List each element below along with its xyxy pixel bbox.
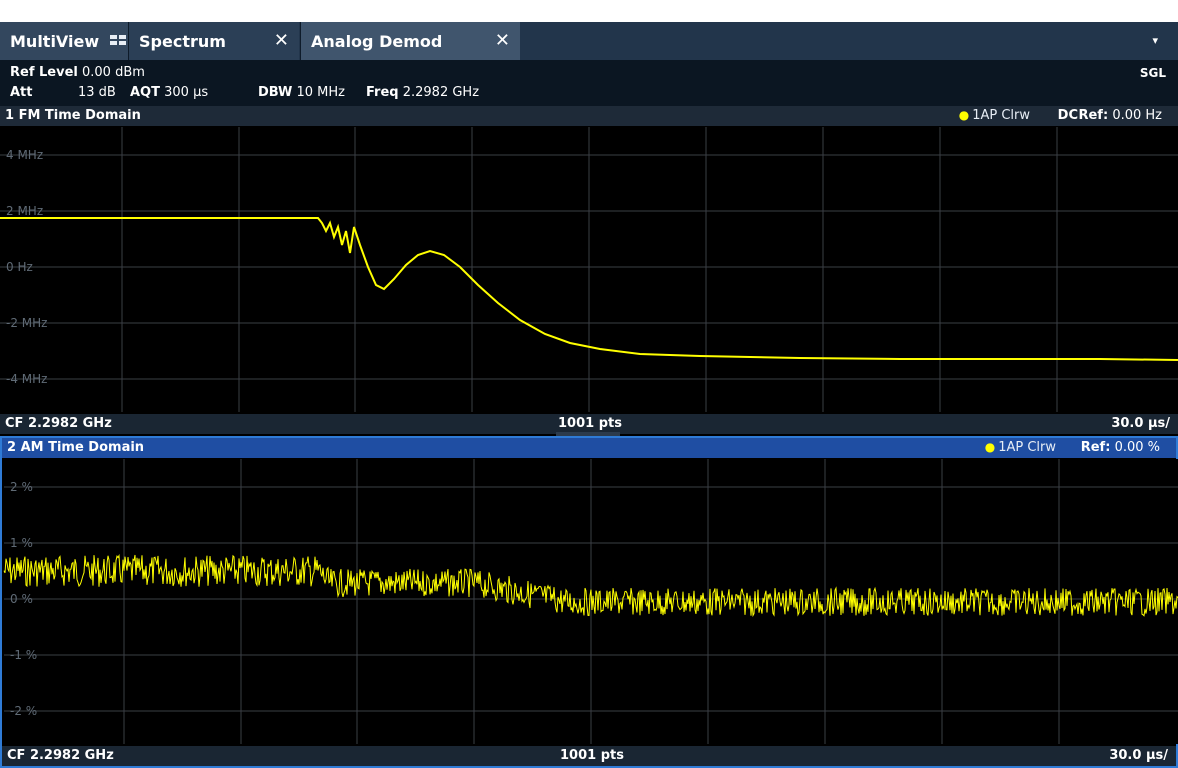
att-value[interactable]: 13 dB <box>78 85 116 100</box>
aqt-value[interactable]: 300 µs <box>164 85 208 100</box>
trace-info: ● 1AP Clrw <box>985 440 1056 455</box>
aqt-label: AQT <box>130 85 160 100</box>
channel-info-bar: Ref Level 0.00 dBm Att 13 dB AQT 300 µs … <box>0 60 1178 106</box>
trace-dot-icon: ● <box>958 108 970 122</box>
ref-level-label: Ref Level <box>10 65 78 80</box>
time-per-division: 30.0 µs/ <box>1109 748 1168 763</box>
tab-multiview-label: MultiView <box>10 31 100 51</box>
window-title: 1 FM Time Domain <box>5 108 141 123</box>
window-title: 2 AM Time Domain <box>7 440 145 455</box>
ref-level-value[interactable]: 0.00 dBm <box>82 65 145 80</box>
multiview-grid-icon <box>110 35 126 46</box>
y-tick-label: -4 MHz <box>6 372 47 386</box>
ref-val: 0.00 Hz <box>1112 108 1162 123</box>
sweep-mode-badge: SGL <box>1139 66 1166 80</box>
reference-value: Ref: 0.00 % <box>1081 440 1160 455</box>
window-header: 2 AM Time Domain ● 1AP Clrw Ref: 0.00 % <box>2 438 1176 458</box>
coupling-badge: DC <box>1057 108 1078 123</box>
y-tick-label: 2 % <box>10 480 33 494</box>
point-count: 1001 pts <box>558 416 622 431</box>
y-tick-label: 0 % <box>10 592 33 606</box>
y-tick-label: -2 MHz <box>6 316 47 330</box>
ref-val: 0.00 % <box>1114 440 1160 455</box>
dbw-value[interactable]: 10 MHz <box>296 85 345 100</box>
trace-mode: 1AP Clrw <box>998 440 1056 455</box>
close-icon[interactable]: ✕ <box>274 30 289 51</box>
y-tick-label: 0 Hz <box>6 260 33 274</box>
y-tick-label: -2 % <box>10 704 37 718</box>
window-fm-time-domain[interactable]: 1 FM Time Domain ● 1AP Clrw DC Ref: 0.00 … <box>0 106 1178 434</box>
close-icon[interactable]: ✕ <box>495 30 510 51</box>
reference-value: Ref: 0.00 Hz <box>1078 108 1162 123</box>
trace-info: ● 1AP Clrw <box>959 108 1030 123</box>
tab-analog-demod[interactable]: Analog Demod ✕ <box>300 22 520 60</box>
chevron-down-icon[interactable]: ▾ <box>1152 34 1158 47</box>
tab-spectrum-label: Spectrum <box>139 31 226 51</box>
analyzer-app: MultiView Spectrum ✕ Analog Demod ✕ ▾ Re… <box>0 22 1178 768</box>
center-frequency: CF 2.2982 GHz <box>7 748 114 763</box>
y-tick-label: 4 MHz <box>6 148 43 162</box>
window-footer: CF 2.2982 GHz 1001 pts 30.0 µs/ <box>2 746 1176 766</box>
window-am-time-domain[interactable]: 2 AM Time Domain ● 1AP Clrw Ref: 0.00 % 2… <box>0 436 1178 768</box>
y-tick-label: -1 % <box>10 648 37 662</box>
tab-multiview[interactable]: MultiView <box>0 22 128 60</box>
freq-label: Freq <box>366 85 399 100</box>
ref-key: Ref: <box>1080 440 1111 455</box>
freq-value[interactable]: 2.2982 GHz <box>403 85 479 100</box>
center-frequency: CF 2.2982 GHz <box>5 416 112 431</box>
tab-analog-demod-label: Analog Demod <box>311 31 443 51</box>
att-label: Att <box>10 85 33 100</box>
y-tick-label: 1 % <box>10 536 33 550</box>
point-count: 1001 pts <box>560 748 624 763</box>
tab-bar: MultiView Spectrum ✕ Analog Demod ✕ ▾ <box>0 22 1178 60</box>
info-row-2: Att 13 dB AQT 300 µs DBW 10 MHz Freq 2.2… <box>10 85 710 100</box>
tab-spectrum[interactable]: Spectrum ✕ <box>128 22 299 60</box>
window-footer: CF 2.2982 GHz 1001 pts 30.0 µs/ <box>0 414 1178 434</box>
y-tick-label: 2 MHz <box>6 204 43 218</box>
time-per-division: 30.0 µs/ <box>1111 416 1170 431</box>
fm-plot-area[interactable]: 4 MHz 2 MHz 0 Hz -2 MHz -4 MHz <box>0 127 1178 412</box>
trace-mode: 1AP Clrw <box>972 108 1030 123</box>
am-plot-area[interactable]: 2 % 1 % 0 % -1 % -2 % <box>2 459 1178 744</box>
dbw-label: DBW <box>258 85 293 100</box>
ref-key: Ref: <box>1078 108 1109 123</box>
window-header: 1 FM Time Domain ● 1AP Clrw DC Ref: 0.00 … <box>0 106 1178 126</box>
trace-dot-icon: ● <box>984 440 996 454</box>
info-row-1: Ref Level 0.00 dBm <box>10 65 145 80</box>
